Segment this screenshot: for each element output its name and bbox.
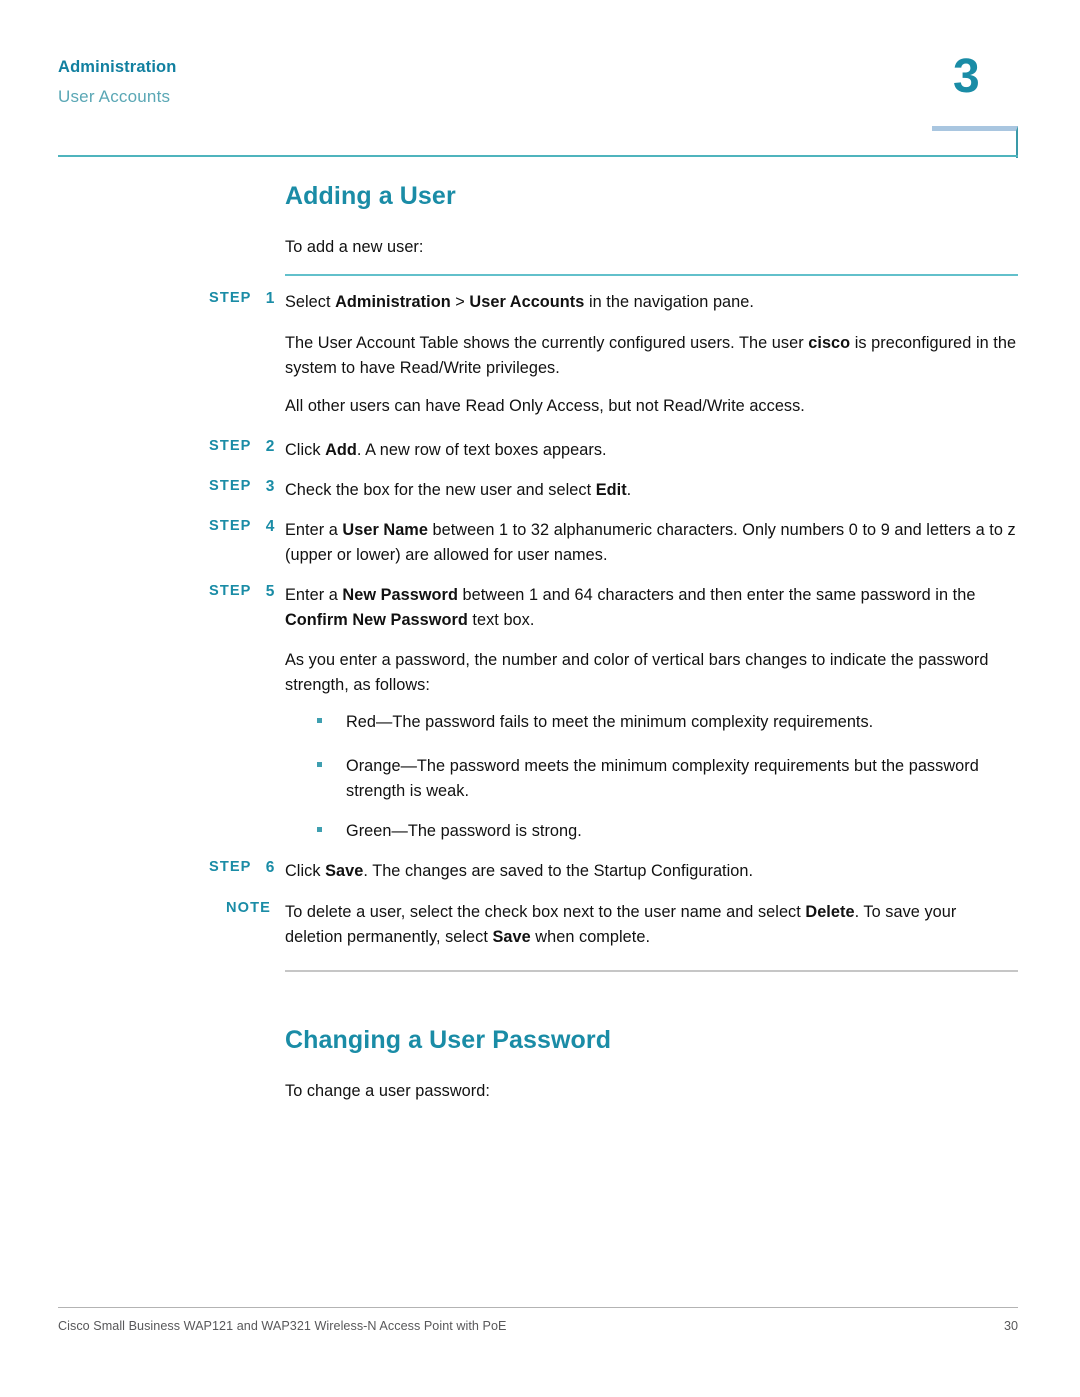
section-intro-adding-a-user: To add a new user:	[285, 238, 424, 256]
footer-divider-rule	[58, 1307, 1018, 1308]
step-text-5: Enter a New Password between 1 and 64 ch…	[285, 586, 976, 629]
paragraph-other-users: All other users can have Read Only Acces…	[285, 397, 805, 415]
note-text: To delete a user, select the check box n…	[285, 903, 957, 946]
section-divider-rule	[285, 970, 1018, 972]
step-text-6: Click Save. The changes are saved to the…	[285, 862, 754, 880]
step-text-2: Click Add. A new row of text boxes appea…	[285, 441, 607, 459]
bullet-square-icon	[317, 827, 322, 832]
step-number-2: 2	[265, 438, 275, 455]
step-label-1: STEP	[209, 290, 252, 306]
step-label-4: STEP	[209, 518, 252, 534]
step-number-5: 5	[265, 583, 275, 600]
step-label-5: STEP	[209, 583, 252, 599]
document-page: Administration User Accounts 3 Adding a …	[0, 0, 1080, 1397]
footer-product-name: Cisco Small Business WAP121 and WAP321 W…	[58, 1319, 507, 1333]
step-text-4: Enter a User Name between 1 to 32 alphan…	[285, 521, 1016, 564]
section-title-adding-a-user: Adding a User	[285, 182, 456, 210]
steps-divider-rule	[285, 274, 1018, 276]
step-label-2: STEP	[209, 438, 252, 454]
header-chapter-tab-box	[932, 126, 1018, 158]
header-chapter-number: 3	[953, 50, 980, 103]
section-title-changing-a-user-password: Changing a User Password	[285, 1026, 612, 1054]
step-number-6: 6	[265, 859, 275, 876]
step-number-3: 3	[265, 478, 275, 495]
step-label-6: STEP	[209, 859, 252, 875]
step-number-1: 1	[265, 290, 275, 307]
list-item-label: Green—The password is strong.	[346, 822, 582, 840]
step-text-3: Check the box for the new user and selec…	[285, 481, 632, 499]
paragraph-user-account-table: The User Account Table shows the current…	[285, 334, 1017, 377]
bullet-square-icon	[317, 718, 322, 723]
footer-page-number: 30	[1003, 1319, 1018, 1333]
header-divider-rule	[58, 155, 1018, 157]
paragraph-password-strength-bars: As you enter a password, the number and …	[285, 651, 989, 694]
step-number-4: 4	[265, 518, 275, 535]
section-intro-changing-a-user-password: To change a user password:	[285, 1082, 490, 1100]
list-item-label: Orange—The password meets the minimum co…	[346, 757, 979, 800]
step-text-1: Select Administration > User Accounts in…	[285, 293, 754, 311]
step-label-3: STEP	[209, 478, 252, 494]
bullet-square-icon	[317, 762, 322, 767]
header-section-title: User Accounts	[58, 87, 171, 106]
note-label: NOTE	[226, 900, 271, 916]
list-item-label: Red—The password fails to meet the minim…	[346, 713, 874, 731]
header-chapter-title: Administration	[58, 58, 177, 76]
